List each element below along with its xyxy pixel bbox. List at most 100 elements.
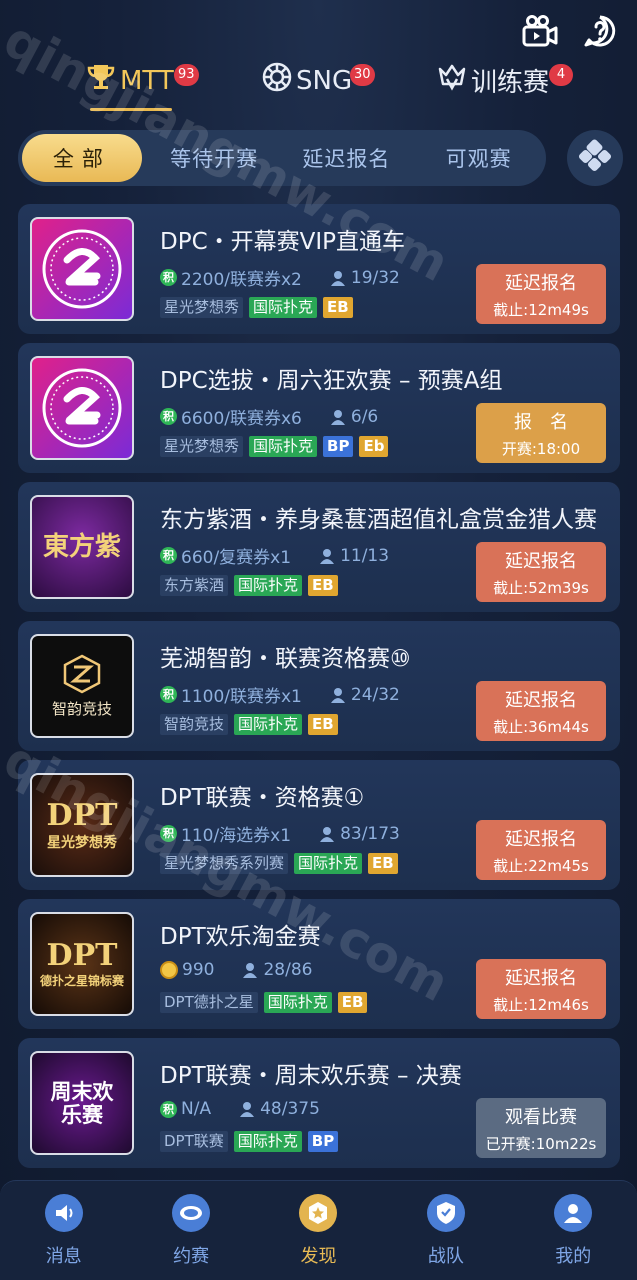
tab-label: 训练赛 [471,68,550,98]
prize-text: 110/海选券x1 [181,826,292,846]
points-icon: 积 [160,686,177,703]
nav-label: 我的 [555,1245,592,1267]
tab-mtt[interactable]: MTT 93 [86,62,199,99]
prize-text: 660/复赛券x1 [181,548,292,568]
club-logo [30,356,134,460]
player-count: 19/32 [350,267,400,288]
club-logo: DPT 德扑之星锦标赛 [30,912,134,1016]
eb-badge: EB [368,853,398,874]
tab-label: MTT [120,65,174,96]
tournament-title: DPT联赛・资格赛① [160,785,365,811]
button-subtext: 已开赛:10m22s [485,1134,597,1153]
organizer-tag: 星光梦想秀 [160,297,244,318]
nav-label: 战队 [427,1245,464,1267]
button-label: 延迟报名 [505,967,577,989]
filter-bar: 全部 等待开赛 延迟报名 可观赛 [18,130,546,186]
tournament-meta: 积 110/海选券x1 83/173 [160,821,400,846]
tab-training[interactable]: 训练赛 4 [437,62,573,99]
video-camera-icon[interactable] [521,12,559,50]
tab-badge: 30 [350,64,375,86]
nav-messages[interactable]: 消息 [14,1193,114,1268]
tournament-card[interactable]: DPT 德扑之星锦标赛 DPT欢乐淘金赛 990 28/86 DPT德扑之星 国… [18,899,620,1029]
player-icon [320,548,335,564]
bp-badge: BP [323,436,354,457]
club-logo: DPT 星光梦想秀 [30,773,134,877]
discover-star-icon [299,1193,338,1232]
tags: 星光梦想秀 国际扑克 EB [160,297,353,318]
game-tag: 国际扑克 [249,436,318,457]
tournament-title: DPT联赛・周末欢乐赛 – 决赛 [160,1063,462,1089]
tournament-meta: 积 2200/联赛券x2 19/32 [160,265,400,290]
late-registration-button[interactable]: 延迟报名 截止:12m49s [476,264,606,324]
user-icon [554,1193,593,1232]
organizer-tag: DPT德扑之星 [160,992,258,1013]
button-subtext: 截止:12m46s [493,995,589,1014]
logo-text: 周末欢乐赛 [50,1078,114,1127]
tab-sng[interactable]: SNG 30 [262,62,375,99]
filter-all[interactable]: 全部 [22,134,142,182]
points-icon: 积 [160,408,177,425]
organizer-tag: 星光梦想秀 [160,436,244,457]
tournament-card[interactable]: 智韵竞技 芜湖智韵・联赛资格赛⑩ 积 1100/联赛券x1 24/32 智韵竞技 … [18,621,620,751]
watch-game-button[interactable]: 观看比赛 已开赛:10m22s [476,1098,606,1158]
filter-waiting[interactable]: 等待开赛 [147,134,282,182]
button-subtext: 开赛:18:00 [501,439,581,458]
prize-text: 990 [182,960,215,980]
late-registration-button[interactable]: 延迟报名 截止:22m45s [476,820,606,880]
player-icon [243,963,258,978]
tournament-title: 东方紫酒・养身桑葚酒超值礼盒赏金猎人赛 [160,507,597,533]
late-registration-button[interactable]: 延迟报名 截止:52m39s [476,542,606,602]
tournament-card[interactable]: 東方紫 东方紫酒・养身桑葚酒超值礼盒赏金猎人赛 积 660/复赛券x1 11/13… [18,482,620,612]
club-logo: 周末欢乐赛 [30,1051,134,1155]
game-tag: 国际扑克 [249,297,318,318]
player-count: 6/6 [350,406,379,427]
tournament-card[interactable]: DPC选拔・周六狂欢赛 – 预赛A组 积 6600/联赛券x6 6/6 星光梦想秀… [18,343,620,473]
tournament-card[interactable]: 周末欢乐赛 DPT联赛・周末欢乐赛 – 决赛 积 N/A 48/375 DPT联赛… [18,1038,620,1168]
tournament-meta: 积 N/A 48/375 [160,1099,320,1119]
filter-watchable[interactable]: 可观赛 [411,134,546,182]
filter-late-reg[interactable]: 延迟报名 [282,134,412,182]
button-label: 延迟报名 [505,828,577,850]
player-icon [240,1102,255,1117]
tab-label: SNG [296,65,353,96]
tournament-card[interactable]: DPC・开幕赛VIP直通车 积 2200/联赛券x2 19/32 星光梦想秀 国际… [18,204,620,334]
organizer-tag: 星光梦想秀系列赛 [160,853,289,874]
logo-text: DPT [46,938,118,973]
speaker-icon [44,1193,83,1232]
player-count: 28/86 [263,960,313,980]
table-icon [172,1193,211,1232]
nav-label: 消息 [45,1245,82,1267]
nav-appointments[interactable]: 约赛 [141,1193,241,1268]
register-button[interactable]: 报名 开赛:18:00 [476,403,606,463]
late-registration-button[interactable]: 延迟报名 截止:36m44s [476,681,606,741]
player-count: 83/173 [340,823,400,844]
tags: 东方紫酒 国际扑克 EB [160,575,338,596]
points-icon: 积 [160,825,177,842]
chat-bubble-icon[interactable] [581,12,619,50]
tournament-meta: 990 28/86 [160,960,312,980]
organizer-tag: 智韵竞技 [160,714,229,735]
coin-icon [160,961,178,979]
dice-icon [578,139,612,177]
dice-button[interactable] [567,130,623,186]
tournament-card[interactable]: DPT 星光梦想秀 DPT联赛・资格赛① 积 110/海选券x1 83/173 星… [18,760,620,890]
button-label: 延迟报名 [505,689,577,711]
logo-subtext: 德扑之星锦标赛 [39,974,124,988]
points-icon: 积 [160,269,177,286]
prize-text: 1100/联赛券x1 [181,687,302,707]
nav-team[interactable]: 战队 [396,1193,496,1268]
tab-badge: 4 [549,64,573,86]
game-tag: 国际扑克 [234,575,303,596]
late-registration-button[interactable]: 延迟报名 截止:12m46s [476,959,606,1019]
bp-badge: BP [307,1131,339,1152]
nav-discover[interactable]: 发现 [268,1193,368,1268]
player-icon [330,409,345,425]
tournament-meta: 积 660/复赛券x1 11/13 [160,543,389,568]
button-subtext: 截止:12m49s [493,300,589,319]
logo-text: 東方紫 [42,531,121,562]
eb-badge: Eb [359,436,389,457]
organizer-tag: 东方紫酒 [160,575,229,596]
crown-icon [437,62,467,99]
nav-profile[interactable]: 我的 [523,1193,623,1268]
prize-text: 6600/联赛券x6 [181,409,302,429]
